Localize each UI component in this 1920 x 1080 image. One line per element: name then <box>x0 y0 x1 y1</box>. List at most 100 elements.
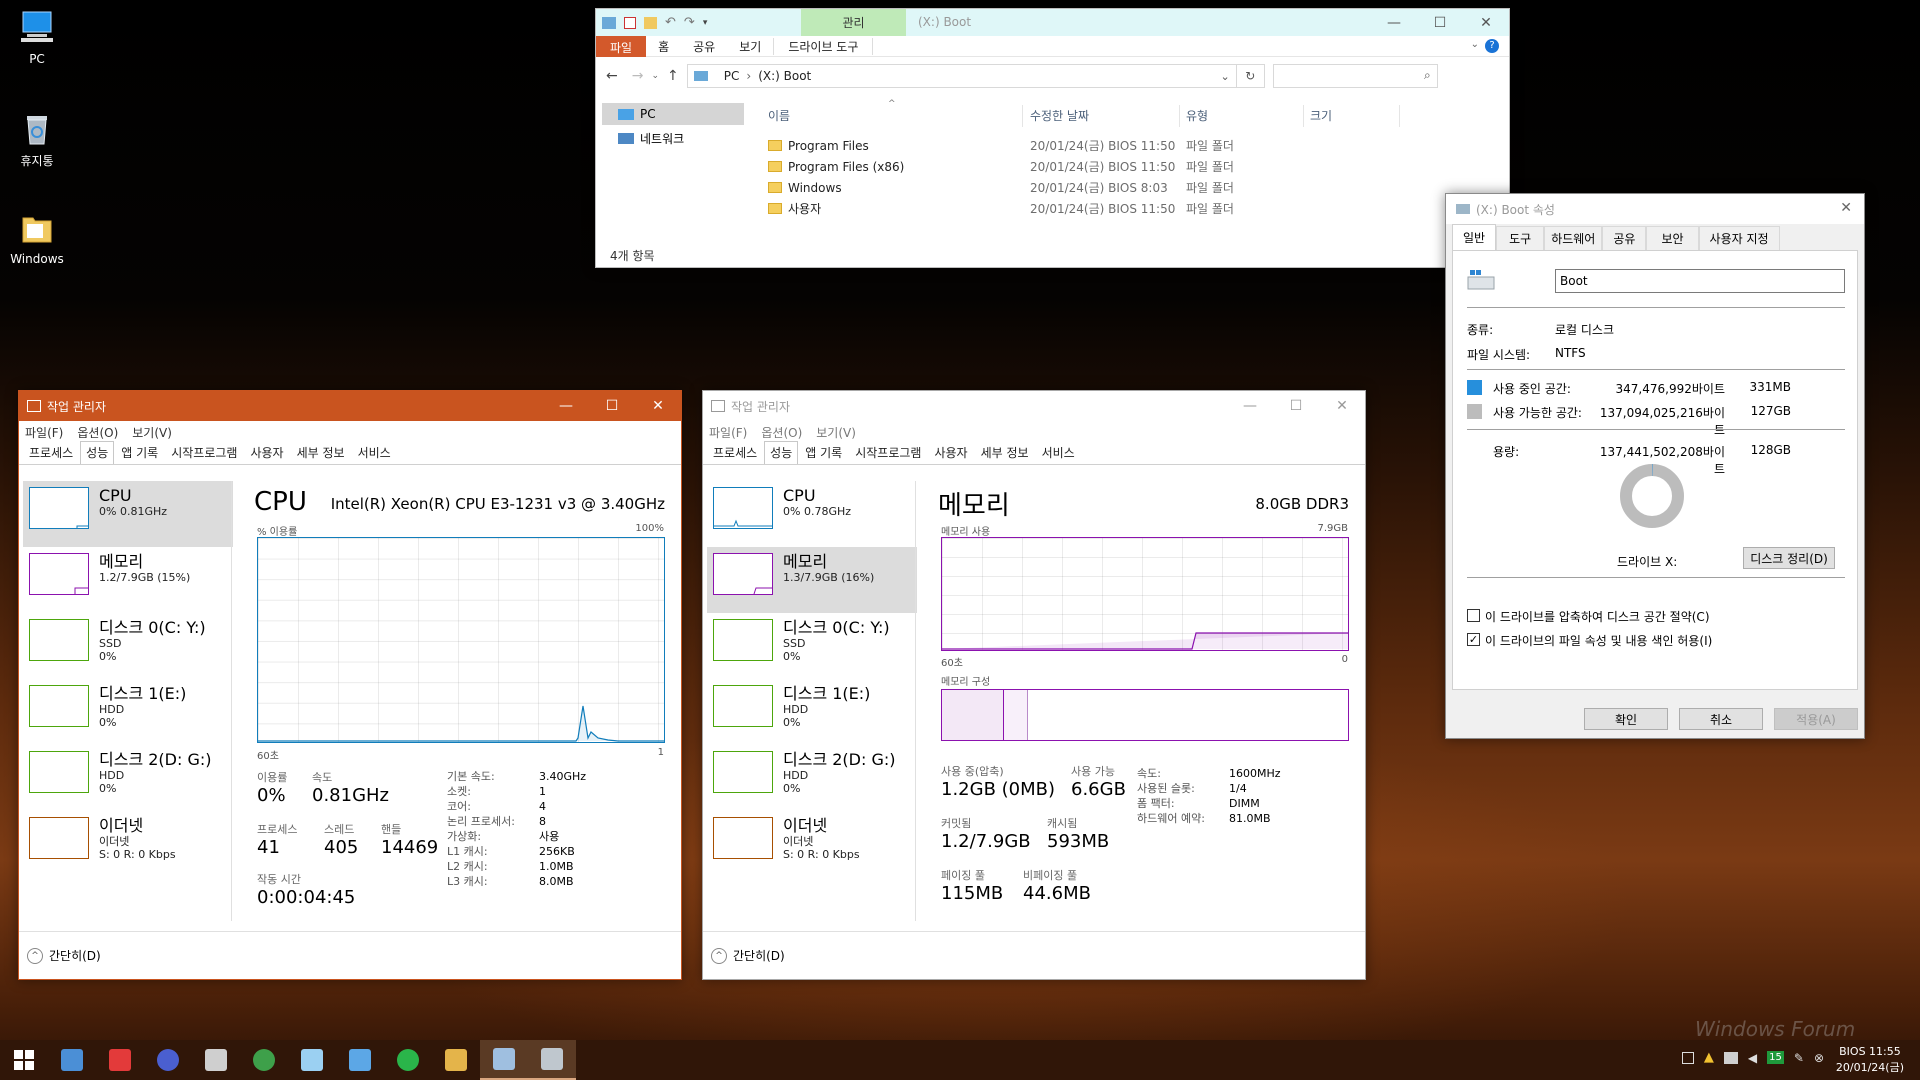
menu-options[interactable]: 옵션(O) <box>77 424 118 441</box>
column-header-type[interactable]: 유형 <box>1186 105 1304 127</box>
clock[interactable]: BIOS 11:55 20/01/24(금) <box>1836 1044 1904 1076</box>
action-center-icon[interactable] <box>1681 1051 1694 1064</box>
tab-security[interactable]: 보안 <box>1646 226 1699 250</box>
task-manager-titlebar[interactable]: 작업 관리자 — ☐ ✕ <box>19 391 681 421</box>
close-button[interactable]: ✕ <box>1840 200 1852 216</box>
file-row[interactable]: Windows 20/01/24(금) BIOS 8:03 파일 폴더 <box>768 177 1498 198</box>
sidebar-item-disk0[interactable]: 디스크 0(C: Y:) SSD 0% <box>23 613 233 679</box>
tab-services[interactable]: 서비스 <box>1036 441 1081 464</box>
close-button[interactable]: ✕ <box>1319 391 1365 421</box>
fewer-details-button[interactable]: ^ 간단히(D) <box>711 947 785 964</box>
column-header-date[interactable]: 수정한 날짜 <box>1030 105 1180 127</box>
menu-file[interactable]: 파일(F) <box>25 424 63 441</box>
compress-checkbox[interactable] <box>1467 609 1480 622</box>
maximize-button[interactable]: ☐ <box>1273 391 1319 421</box>
pen-icon[interactable]: ✎ <box>1794 1051 1804 1065</box>
customize-toolbar-icon[interactable]: ▾ <box>703 18 708 28</box>
search-input[interactable]: ⌕ <box>1272 64 1438 88</box>
file-row[interactable]: 사용자 20/01/24(금) BIOS 11:50 파일 폴더 <box>768 198 1498 219</box>
up-icon[interactable]: ↑ <box>667 68 679 84</box>
ribbon-tab-share[interactable]: 공유 <box>681 38 727 55</box>
close-button[interactable]: ✕ <box>1463 9 1509 36</box>
tab-customize[interactable]: 사용자 지정 <box>1698 226 1780 250</box>
menu-view[interactable]: 보기(V) <box>816 424 856 441</box>
breadcrumb-pc[interactable]: PC <box>724 69 740 83</box>
close-circle-icon[interactable]: ⊗ <box>1814 1051 1824 1065</box>
file-row[interactable]: Program Files (x86) 20/01/24(금) BIOS 11:… <box>768 156 1498 177</box>
task-manager-titlebar[interactable]: 작업 관리자 — ☐ ✕ <box>703 391 1365 421</box>
sidebar-item-disk2[interactable]: 디스크 2(D: G:) HDD 0% <box>23 745 233 811</box>
tab-users[interactable]: 사용자 <box>244 441 289 464</box>
properties-icon[interactable] <box>624 16 636 29</box>
sidebar-item-disk0[interactable]: 디스크 0(C: Y:) SSD 0% <box>707 613 917 679</box>
tab-details[interactable]: 세부 정보 <box>291 441 351 464</box>
taskbar-tool-app[interactable] <box>192 1040 240 1080</box>
disk-cleanup-button[interactable]: 디스크 정리(D) <box>1743 547 1835 569</box>
sidebar-item-ethernet[interactable]: 이더넷 이더넷 S: 0 R: 0 Kbps <box>707 811 917 877</box>
nav-item-pc[interactable]: PC <box>602 103 744 125</box>
tab-processes[interactable]: 프로세스 <box>707 441 763 464</box>
tab-processes[interactable]: 프로세스 <box>23 441 79 464</box>
refresh-button[interactable]: ↻ <box>1236 64 1265 88</box>
cancel-button[interactable]: 취소 <box>1679 708 1763 730</box>
start-button[interactable] <box>0 1040 48 1080</box>
address-bar[interactable]: PC › (X:) Boot ⌄ <box>686 64 1237 88</box>
ribbon-tab-drive-tools[interactable]: 드라이브 도구 <box>773 37 874 55</box>
ribbon-tab-view[interactable]: 보기 <box>727 38 773 55</box>
taskbar-notes-app[interactable] <box>288 1040 336 1080</box>
new-folder-icon[interactable] <box>644 16 657 29</box>
menu-file[interactable]: 파일(F) <box>709 424 747 441</box>
sidebar-item-memory[interactable]: 메모리 1.3/7.9GB (16%) <box>707 547 917 613</box>
ribbon-tab-file[interactable]: 파일 <box>596 35 647 57</box>
maximize-button[interactable]: ☐ <box>1417 9 1463 36</box>
tab-general[interactable]: 일반 <box>1452 224 1497 250</box>
minimize-button[interactable]: — <box>1371 9 1417 36</box>
breadcrumb-drive[interactable]: (X:) Boot <box>758 69 811 83</box>
menu-view[interactable]: 보기(V) <box>132 424 172 441</box>
forward-icon[interactable]: → <box>632 68 644 84</box>
tab-performance[interactable]: 성능 <box>764 441 799 464</box>
ribbon-expand-icon[interactable]: ⌄ <box>1471 39 1479 50</box>
ribbon-tab-home[interactable]: 홈 <box>646 38 681 55</box>
tab-users[interactable]: 사용자 <box>928 441 973 464</box>
ok-button[interactable]: 확인 <box>1584 708 1668 730</box>
network-icon[interactable] <box>1723 1051 1738 1064</box>
desktop-icon-recycle-bin[interactable]: 휴지통 <box>8 108 66 169</box>
sidebar-item-disk1[interactable]: 디스크 1(E:) HDD 0% <box>707 679 917 745</box>
tab-startup[interactable]: 시작프로그램 <box>165 441 243 464</box>
warning-icon[interactable]: ▲ <box>1704 1050 1714 1065</box>
tab-app-history[interactable]: 앱 기록 <box>799 441 848 464</box>
ime-indicator-icon[interactable]: 15 <box>1767 1051 1784 1064</box>
tab-performance[interactable]: 성능 <box>80 441 115 464</box>
desktop-icon-windows-folder[interactable]: Windows <box>8 208 66 266</box>
column-header-size[interactable]: 크기 <box>1310 105 1400 127</box>
tab-tools[interactable]: 도구 <box>1496 226 1545 250</box>
help-icon[interactable]: ? <box>1485 39 1499 53</box>
desktop-icon-pc[interactable]: PC <box>8 8 66 66</box>
taskbar-sync-app[interactable] <box>384 1040 432 1080</box>
taskbar-task-manager-app[interactable] <box>528 1040 576 1080</box>
sidebar-item-disk1[interactable]: 디스크 1(E:) HDD 0% <box>23 679 233 745</box>
taskbar-files-app[interactable] <box>336 1040 384 1080</box>
taskbar-browser-app[interactable] <box>240 1040 288 1080</box>
sidebar-item-cpu[interactable]: CPU 0% 0.81GHz <box>23 481 233 547</box>
close-button[interactable]: ✕ <box>635 391 681 421</box>
address-dropdown-icon[interactable]: ⌄ <box>1221 70 1230 83</box>
sidebar-item-ethernet[interactable]: 이더넷 이더넷 S: 0 R: 0 Kbps <box>23 811 233 877</box>
properties-titlebar[interactable]: (X:) Boot 속성 ✕ <box>1446 194 1864 224</box>
nav-item-network[interactable]: 네트워크 <box>602 125 751 151</box>
tab-app-history[interactable]: 앱 기록 <box>115 441 164 464</box>
index-checkbox[interactable]: ✓ <box>1467 633 1480 646</box>
tab-details[interactable]: 세부 정보 <box>975 441 1035 464</box>
minimize-button[interactable]: — <box>1227 391 1273 421</box>
sidebar-item-memory[interactable]: 메모리 1.2/7.9GB (15%) <box>23 547 233 613</box>
drive-name-input[interactable]: Boot <box>1555 269 1845 293</box>
tab-hardware[interactable]: 하드웨어 <box>1544 226 1603 250</box>
undo-icon[interactable]: ↶ <box>665 15 676 30</box>
back-icon[interactable]: ← <box>606 68 618 84</box>
tab-sharing[interactable]: 공유 <box>1602 226 1647 250</box>
taskbar-globe-app[interactable] <box>144 1040 192 1080</box>
volume-icon[interactable]: ◀ <box>1748 1051 1757 1065</box>
apply-button[interactable]: 적용(A) <box>1774 708 1858 730</box>
menu-options[interactable]: 옵션(O) <box>761 424 802 441</box>
